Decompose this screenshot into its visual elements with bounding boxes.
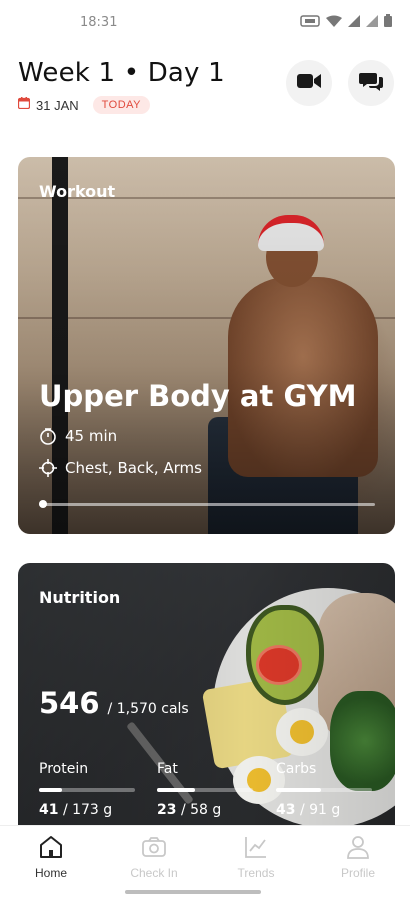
status-time: 18:31 (80, 15, 118, 30)
macro-value: 23 / 58 g (157, 802, 257, 818)
nav-trends[interactable]: Trends (216, 834, 296, 880)
macro-goal: / 91 g (299, 802, 341, 818)
camera-icon (141, 834, 167, 860)
macro-progress-bar (39, 788, 135, 792)
macro-progress-fill (39, 788, 63, 792)
battery-icon (384, 14, 392, 32)
date-label: 31 JAN (36, 97, 79, 113)
screen-record-icon (300, 14, 320, 32)
muscles-text: Chest, Back, Arms (65, 459, 202, 477)
nav-profile[interactable]: Profile (318, 834, 398, 880)
macro-label: Fat (157, 761, 178, 777)
workout-title: Upper Body at GYM (39, 379, 357, 413)
nav-label: Trends (237, 866, 275, 880)
workout-progress-bar (39, 500, 375, 508)
macro-amount: 43 (276, 802, 296, 818)
status-bar: 18:31 (0, 0, 410, 46)
nav-label: Profile (340, 866, 375, 880)
chat-bubbles-icon (359, 71, 383, 96)
nutrition-label: Nutrition (39, 588, 121, 607)
macro-progress-bar (157, 788, 253, 792)
macro-fat: Fat 23 / 58 g (157, 761, 257, 818)
nutrition-card[interactable]: Nutrition 546 / 1,570 cals Protein 41 / … (18, 563, 395, 825)
header: Week 1 • Day 1 31 JAN TODAY (17, 58, 225, 114)
macro-label: Carbs (276, 761, 317, 777)
chart-line-icon (243, 834, 269, 860)
calories-goal: / 1,570 cals (107, 701, 189, 717)
macro-carbs: Carbs 43 / 91 g (276, 761, 376, 818)
date-row: 31 JAN TODAY (17, 96, 225, 114)
calories-summary: 546 / 1,570 cals (39, 686, 189, 720)
macro-value: 41 / 173 g (39, 802, 139, 818)
video-camera-icon (297, 73, 321, 94)
nav-label: Check In (130, 866, 178, 880)
target-icon (39, 459, 57, 477)
macro-label: Protein (39, 761, 89, 777)
calendar-icon (17, 96, 31, 114)
workout-label: Workout (39, 182, 116, 201)
today-badge: TODAY (92, 96, 151, 114)
status-icons (300, 14, 392, 32)
home-indicator (125, 890, 261, 894)
nav-home[interactable]: Home (11, 834, 91, 880)
image-overlay (18, 157, 395, 534)
signal-icon (348, 14, 360, 32)
timer-icon (39, 427, 57, 445)
wifi-icon (326, 14, 342, 32)
macro-progress-bar (276, 788, 372, 792)
workout-muscles: Chest, Back, Arms (39, 459, 202, 477)
signal-icon-2 (366, 14, 378, 32)
duration-text: 45 min (65, 427, 118, 445)
macro-progress-fill (157, 788, 196, 792)
macro-goal: / 58 g (180, 802, 222, 818)
macro-value: 43 / 91 g (276, 802, 376, 818)
macro-amount: 41 (39, 802, 59, 818)
macro-progress-fill (276, 788, 322, 792)
macro-amount: 23 (157, 802, 177, 818)
page-title: Week 1 • Day 1 (18, 58, 225, 88)
workout-card[interactable]: Workout Upper Body at GYM 45 min Chest, … (18, 157, 395, 534)
nav-check-in[interactable]: Check In (114, 834, 194, 880)
progress-indicator (39, 500, 47, 508)
chat-button[interactable] (348, 60, 394, 106)
macro-protein: Protein 41 / 173 g (39, 761, 139, 818)
workout-duration: 45 min (39, 427, 117, 445)
video-call-button[interactable] (286, 60, 332, 106)
nav-label: Home (34, 866, 67, 880)
user-icon (345, 834, 371, 860)
calories-value: 546 (39, 686, 100, 720)
macro-goal: / 173 g (62, 802, 113, 818)
home-icon (38, 834, 64, 860)
